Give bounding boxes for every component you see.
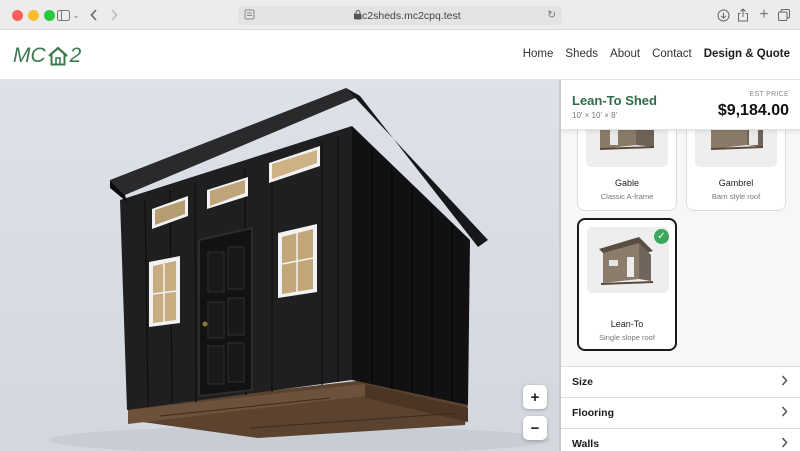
sidebar-icon[interactable] (56, 7, 70, 23)
download-icon[interactable] (716, 7, 730, 23)
selected-check-icon: ✓ (654, 229, 669, 244)
tabs-overview-icon[interactable] (777, 7, 791, 23)
nav-contact[interactable]: Contact (652, 48, 692, 60)
nav-sheds[interactable]: Sheds (565, 48, 598, 60)
close-window-button[interactable] (12, 10, 23, 21)
shed-model (0, 80, 559, 451)
section-size[interactable]: Size (561, 366, 800, 397)
forward-icon[interactable] (108, 7, 120, 23)
shed-name: Lean-To Shed (572, 93, 657, 108)
main-nav: Home Sheds About Contact Design & Quote (511, 48, 790, 60)
roof-option-desc: Single slope roof (599, 333, 655, 342)
est-price: $9,184.00 (717, 102, 789, 119)
roof-option-name: Gambrel (718, 178, 754, 188)
browser-toolbar: ⌄ mc2sheds.mc2cpq.test ↻ + (0, 0, 800, 30)
roof-option-desc: Barn style roof (711, 192, 761, 201)
back-icon[interactable] (88, 7, 100, 23)
logo-text: MC (13, 44, 46, 67)
section-label: Flooring (572, 407, 614, 419)
quote-summary: Lean-To Shed 10' × 10' × 8' EST PRICE $9… (561, 80, 800, 130)
section-label: Walls (572, 438, 600, 450)
shed-dimensions: 10' × 10' × 8' (572, 111, 618, 120)
nav-design-quote[interactable]: Design & Quote (704, 48, 790, 60)
reload-icon[interactable]: ↻ (547, 9, 556, 21)
section-walls[interactable]: Walls (561, 428, 800, 451)
minimize-window-button[interactable] (28, 10, 39, 21)
chevron-right-icon (781, 375, 788, 389)
maximize-window-button[interactable] (44, 10, 55, 21)
zoom-out-button[interactable]: − (523, 416, 547, 440)
logo-text: 2 (69, 44, 82, 67)
address-bar[interactable]: mc2sheds.mc2cpq.test ↻ (238, 6, 562, 25)
shed-3d-viewport[interactable]: + − (0, 80, 559, 451)
new-tab-icon[interactable]: + (757, 6, 771, 23)
chevron-down-icon[interactable]: ⌄ (72, 7, 80, 23)
site-header: MC 2 Home Sheds About Contact Design & Q… (0, 31, 800, 80)
zoom-in-button[interactable]: + (523, 385, 547, 409)
section-label: Size (572, 376, 594, 388)
browser-window: ⌄ mc2sheds.mc2cpq.test ↻ + MC 2 Home She… (0, 0, 800, 451)
chevron-right-icon (781, 406, 788, 420)
nav-home[interactable]: Home (523, 48, 554, 60)
share-icon[interactable] (736, 7, 750, 23)
roof-option-name: Gable (614, 178, 640, 188)
house-icon (47, 46, 68, 66)
est-price-label: EST PRICE (749, 91, 789, 98)
roof-option-desc: Classic A-frame (600, 192, 654, 201)
site-logo[interactable]: MC 2 (13, 43, 81, 69)
page-icon (244, 9, 255, 23)
roof-option-lean-to[interactable]: ✓ Lean-To Single slope roof (577, 218, 677, 351)
configurator-panel: Lean-To Shed 10' × 10' × 8' EST PRICE $9… (559, 80, 800, 451)
nav-about[interactable]: About (610, 48, 640, 60)
roof-option-name: Lean-To (610, 319, 644, 329)
lock-icon (354, 10, 362, 23)
section-flooring[interactable]: Flooring (561, 397, 800, 428)
chevron-right-icon (781, 437, 788, 451)
